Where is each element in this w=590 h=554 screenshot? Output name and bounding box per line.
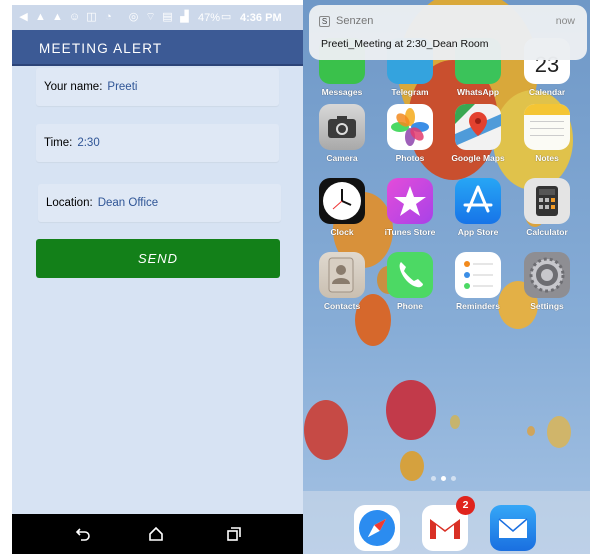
app-itunes-store[interactable]: iTunes Store xyxy=(380,178,440,237)
location-value: Dean Office xyxy=(97,197,159,209)
android-screen: ◀ ▲ ▲ ☺ ◫ ◔ ◎ ⌔ ▤ ▟ 47% ▭ 4:36 PM MEETIN… xyxy=(12,5,303,554)
app-clock[interactable]: Clock xyxy=(312,178,372,237)
home-nav-icon[interactable] xyxy=(148,526,164,542)
recents-nav-icon[interactable] xyxy=(226,526,242,542)
app-label: Google Maps xyxy=(451,153,505,163)
android-status-bar: ◀ ▲ ▲ ☺ ◫ ◔ ◎ ⌔ ▤ ▟ 47% ▭ 4:36 PM xyxy=(12,5,303,30)
signal-icon: ▟ xyxy=(180,11,189,23)
app-label: Notes xyxy=(535,153,559,163)
notes-icon xyxy=(524,104,570,150)
app-google-maps[interactable]: Google Maps xyxy=(448,104,508,163)
clock-icon xyxy=(319,178,365,224)
app-store-icon xyxy=(455,178,501,224)
gmail-badge: 2 xyxy=(456,496,475,515)
circle-status-icon: ◎ xyxy=(128,11,139,23)
name-field[interactable]: Your name: Preeti xyxy=(36,68,279,106)
settings-gear-icon xyxy=(524,252,570,298)
photos-icon xyxy=(387,104,433,150)
app-camera[interactable]: Camera xyxy=(312,104,372,163)
phone-icon xyxy=(387,252,433,298)
reminders-icon xyxy=(455,252,501,298)
app-label: Phone xyxy=(397,301,423,311)
app-label: iTunes Store xyxy=(384,227,436,237)
app-label: Camera xyxy=(326,153,358,163)
notification-banner[interactable]: S Senzen now Preeti_Meeting at 2:30_Dean… xyxy=(309,5,587,60)
app-label: Settings xyxy=(530,301,564,311)
app-label: Contacts xyxy=(323,301,361,311)
app-label: App Store xyxy=(457,227,499,237)
page-dot xyxy=(431,476,436,481)
app-notes[interactable]: Notes xyxy=(517,104,577,163)
name-label: Your name: xyxy=(44,81,103,93)
ios-screen: Messages Telegram WhatsApp 23 Calendar C… xyxy=(303,0,590,554)
smiley-status-icon: ☺ xyxy=(68,11,81,23)
app-title: MEETING ALERT xyxy=(39,41,163,56)
send-button[interactable]: SEND xyxy=(36,239,280,278)
media-status-icon: ◫ xyxy=(86,11,97,23)
camera-icon xyxy=(319,104,365,150)
dock xyxy=(303,491,590,554)
page-dot-active xyxy=(441,476,446,481)
back-nav-icon[interactable] xyxy=(75,526,91,542)
app-calculator[interactable]: Calculator xyxy=(517,178,577,237)
location-field[interactable]: Location: Dean Office xyxy=(38,184,281,222)
name-value: Preeti xyxy=(107,81,138,93)
time-label: Time: xyxy=(44,137,73,149)
safari-compass-icon[interactable] xyxy=(354,505,400,551)
back-arrow-status-icon: ◀ xyxy=(19,11,28,23)
up-arrow-status-icon: ▲ xyxy=(35,11,46,23)
notification-app-name: Senzen xyxy=(336,15,374,27)
app-label: Reminders xyxy=(456,301,500,311)
location-label: Location: xyxy=(46,197,93,209)
android-nav-bar xyxy=(12,514,303,554)
wifi-icon: ⌔ xyxy=(145,11,156,23)
page-dot xyxy=(451,476,456,481)
app-bar: MEETING ALERT xyxy=(12,30,303,66)
app-contacts[interactable]: Contacts xyxy=(312,252,372,311)
app-reminders[interactable]: Reminders xyxy=(448,252,508,311)
calculator-icon xyxy=(524,178,570,224)
contacts-icon xyxy=(319,252,365,298)
battery-icon: ▭ xyxy=(220,11,232,23)
app-label: Messages xyxy=(321,87,363,97)
app-label: WhatsApp xyxy=(456,87,500,97)
up-arrow-status-icon-2: ▲ xyxy=(52,11,63,23)
app-app-store[interactable]: App Store xyxy=(448,178,508,237)
app-label: Calendar xyxy=(528,87,566,97)
time-field[interactable]: Time: 2:30 xyxy=(36,124,279,162)
app-settings[interactable]: Settings xyxy=(517,252,577,311)
google-maps-icon xyxy=(455,104,501,150)
mail-envelope-icon[interactable] xyxy=(490,505,536,551)
notification-time: now xyxy=(555,15,575,27)
messenger-status-icon: ◔ xyxy=(105,11,112,23)
app-photos[interactable]: Photos xyxy=(380,104,440,163)
nfc-icon: ▤ xyxy=(162,11,173,23)
app-phone[interactable]: Phone xyxy=(380,252,440,311)
status-time: 4:36 PM xyxy=(240,11,282,24)
itunes-star-icon xyxy=(387,178,433,224)
screen-root: ◀ ▲ ▲ ☺ ◫ ◔ ◎ ⌔ ▤ ▟ 47% ▭ 4:36 PM MEETIN… xyxy=(0,0,590,554)
app-label: Calculator xyxy=(526,227,568,237)
battery-percent: 47% xyxy=(198,11,221,24)
app-label: Telegram xyxy=(391,87,429,97)
senzen-app-icon: S xyxy=(319,16,330,27)
notification-message: Preeti_Meeting at 2:30_Dean Room xyxy=(321,38,489,50)
app-label: Clock xyxy=(330,227,354,237)
page-indicator xyxy=(431,476,456,481)
time-value: 2:30 xyxy=(77,137,100,149)
app-label: Photos xyxy=(395,153,425,163)
